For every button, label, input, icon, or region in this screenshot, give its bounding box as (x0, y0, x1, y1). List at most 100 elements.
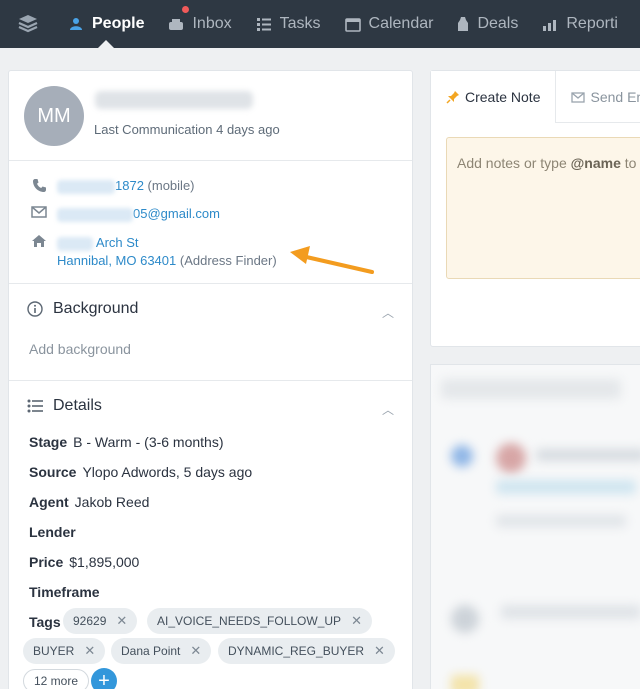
pin-icon (446, 90, 460, 104)
close-icon[interactable]: ✕ (84, 643, 95, 659)
email-row[interactable]: 05@gmail.com (29, 206, 220, 222)
note-placeholder-suffix: to n (624, 155, 640, 171)
agent-label: Agent (29, 494, 69, 510)
nav-people[interactable]: People (56, 0, 156, 48)
source-label: Source (29, 464, 77, 480)
avatar[interactable]: MM (24, 86, 84, 146)
mail-icon (571, 91, 586, 103)
tasks-icon (256, 17, 272, 31)
phone-redacted (57, 179, 115, 194)
activity-feed-blurred (430, 364, 640, 689)
person-panel: MM Last Communication 4 days ago 1872 (m… (8, 70, 413, 689)
close-icon[interactable]: ✕ (190, 643, 201, 659)
details-header[interactable]: Details (27, 397, 102, 415)
background-header[interactable]: Background (27, 300, 138, 318)
top-nav: People Inbox Tasks Calendar Deals Report… (0, 0, 640, 48)
chevron-up-icon[interactable]: ︿ (382, 304, 394, 321)
price-value: $1,895,000 (69, 554, 140, 570)
details-title: Details (53, 397, 102, 414)
add-tag-button[interactable]: + (91, 668, 117, 689)
composer-tabs: Create Note Send Em (431, 71, 640, 123)
price-row[interactable]: Price $1,895,000 (29, 554, 139, 570)
nav-inbox-label: Inbox (192, 15, 232, 32)
nav-people-label: People (92, 15, 145, 32)
lender-row[interactable]: Lender (29, 524, 82, 540)
timeframe-row[interactable]: Timeframe (29, 584, 106, 600)
tag-text: DYNAMIC_REG_BUYER (228, 644, 365, 658)
profile-header: MM Last Communication 4 days ago (9, 71, 412, 161)
stack-logo-icon (18, 15, 38, 33)
phone-row[interactable]: 1872 (mobile) (29, 178, 195, 194)
address-line1[interactable]: Arch St (96, 235, 139, 250)
tag-text: BUYER (33, 644, 75, 658)
deals-icon (457, 16, 469, 32)
nav-calendar[interactable]: Calendar (333, 0, 446, 48)
tab-send-email[interactable]: Send Em (556, 71, 640, 123)
tag-text: AI_VOICE_NEEDS_FOLLOW_UP (157, 614, 342, 628)
note-placeholder-prefix: Add notes or type (457, 155, 571, 171)
email-redacted (57, 207, 133, 222)
source-row[interactable]: Source Ylopo Adwords, 5 days ago (29, 464, 252, 480)
add-background-link[interactable]: Add background (29, 341, 131, 357)
tag-chip[interactable]: 92629 ✕ (63, 608, 138, 634)
email-address[interactable]: 05@gmail.com (133, 206, 220, 221)
tag-chip[interactable]: BUYER ✕ (23, 638, 106, 664)
tab-create-note[interactable]: Create Note (431, 71, 557, 123)
nav-deals[interactable]: Deals (445, 0, 530, 48)
tag-text: 92629 (73, 614, 107, 628)
address-finder-link[interactable]: (Address Finder) (180, 253, 277, 268)
list-icon (27, 399, 43, 413)
tab-create-note-label: Create Note (465, 89, 541, 105)
note-textarea[interactable]: Add notes or type @name to n (446, 137, 640, 279)
calendar-icon (344, 17, 361, 32)
avatar-initials: MM (37, 104, 71, 127)
nav-reporting-label: Reporti (566, 15, 618, 32)
source-value: Ylopo Adwords, 5 days ago (82, 464, 253, 480)
nav-tasks[interactable]: Tasks (244, 0, 333, 48)
agent-row[interactable]: Agent Jakob Reed (29, 494, 149, 510)
tags-label: Tags (29, 614, 61, 630)
phone-icon (29, 178, 49, 193)
background-section: Background ︿ Add background (9, 284, 412, 381)
close-icon[interactable]: ✕ (374, 643, 385, 659)
inbox-unread-dot (182, 6, 190, 13)
address-row[interactable]: Arch St Hannibal, MO 63401 (Address Find… (29, 234, 277, 270)
nav-calendar-label: Calendar (368, 15, 434, 32)
lender-label: Lender (29, 524, 76, 540)
agent-value: Jakob Reed (74, 494, 150, 510)
composer-panel: Create Note Send Em Add notes or type @n… (430, 70, 640, 347)
person-name-redacted (95, 91, 253, 109)
tag-chip[interactable]: DYNAMIC_REG_BUYER ✕ (218, 638, 395, 664)
plus-icon: + (98, 669, 110, 689)
chevron-up-icon[interactable]: ︿ (382, 401, 394, 418)
tag-chip[interactable]: AI_VOICE_NEEDS_FOLLOW_UP ✕ (147, 608, 372, 634)
info-icon (27, 301, 43, 317)
phone-number[interactable]: 1872 (115, 178, 144, 193)
tab-send-email-label: Send Em (590, 89, 640, 105)
people-icon (68, 17, 84, 31)
price-label: Price (29, 554, 64, 570)
stage-label: Stage (29, 434, 68, 450)
inbox-icon (168, 17, 184, 31)
street-number-redacted (57, 236, 93, 251)
phone-type: (mobile) (147, 178, 195, 193)
nav-reporting[interactable]: Reporti (530, 0, 630, 48)
timeframe-label: Timeframe (29, 584, 100, 600)
close-icon[interactable]: ✕ (116, 613, 127, 629)
stage-row[interactable]: Stage B - Warm - (3-6 months) (29, 434, 224, 450)
background-title: Background (53, 300, 139, 317)
note-placeholder-mention: @name (570, 155, 621, 171)
nav-tasks-label: Tasks (279, 15, 321, 32)
tag-chip[interactable]: Dana Point ✕ (111, 638, 212, 664)
stage-value: B - Warm - (3-6 months) (73, 434, 224, 450)
tag-text: Dana Point (121, 644, 181, 658)
nav-inbox[interactable]: Inbox (156, 0, 243, 48)
close-icon[interactable]: ✕ (351, 613, 362, 629)
address-line2[interactable]: Hannibal, MO 63401 (57, 253, 176, 268)
reporting-icon (542, 17, 558, 31)
nav-deals-label: Deals (477, 15, 519, 32)
last-communication: Last Communication 4 days ago (94, 122, 280, 137)
annotation-arrow (290, 246, 374, 274)
more-tags-button[interactable]: 12 more (23, 669, 90, 689)
app-logo[interactable] (0, 0, 56, 48)
